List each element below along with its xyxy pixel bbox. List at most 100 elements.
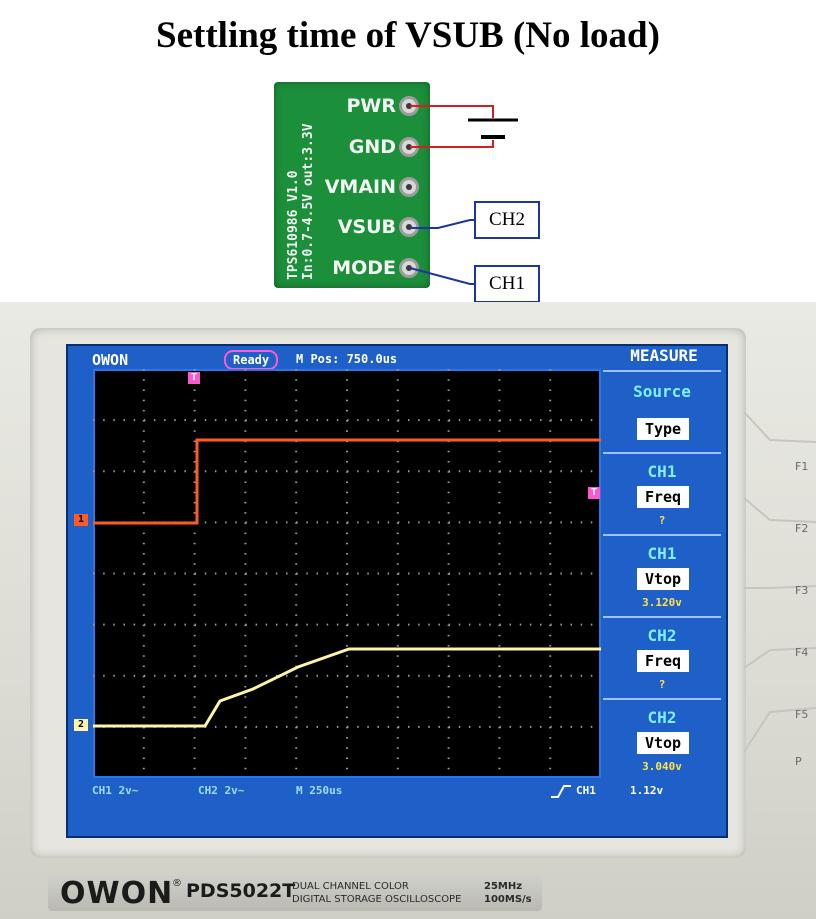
- grid-dot: [142, 737, 145, 739]
- grid-dot: [225, 674, 227, 677]
- menu-item-ch1-freq[interactable]: CH1 Freq ?: [603, 452, 721, 532]
- grid-dot: [447, 604, 450, 606]
- grid-dot: [193, 481, 196, 483]
- menu-item-ch2-vtop[interactable]: CH2 Vtop 3.040v: [603, 698, 721, 778]
- grid-dot: [316, 725, 319, 728]
- menu-item-source[interactable]: Source Type: [603, 370, 721, 450]
- grid-dot: [448, 674, 451, 677]
- grid-dot: [214, 674, 217, 677]
- grid-dot: [549, 634, 552, 637]
- f5-key-label[interactable]: F5: [795, 708, 808, 721]
- grid-dot: [550, 521, 552, 524]
- grid-dot: [570, 674, 573, 677]
- grid-dot: [164, 572, 166, 575]
- f2-key-label[interactable]: F2: [795, 522, 808, 535]
- grid-dot: [549, 379, 552, 381]
- grid-dot: [479, 419, 481, 422]
- f4-key-label[interactable]: F4: [795, 646, 808, 659]
- grid-dot: [367, 623, 369, 626]
- grid-dot: [396, 706, 399, 708]
- grid-dot: [549, 501, 552, 504]
- grid-dot: [235, 521, 237, 524]
- grid-dot: [529, 623, 532, 626]
- grid-dot: [428, 521, 430, 524]
- grid-dot: [336, 623, 339, 626]
- f1-key-label[interactable]: F1: [795, 460, 808, 473]
- ch2-level-marker: 2: [74, 719, 88, 731]
- grid-dot: [438, 674, 440, 677]
- menu-item-ch1-vtop[interactable]: CH1 Vtop 3.120v: [603, 534, 721, 614]
- p-key-label[interactable]: P: [795, 755, 802, 768]
- menu-item-head: CH2: [647, 708, 677, 727]
- grid-dot: [193, 716, 196, 719]
- grid-dot: [458, 725, 461, 728]
- grid-dot: [498, 614, 501, 616]
- grid-dot: [235, 419, 237, 422]
- grid-dot: [418, 674, 420, 677]
- grid-dot: [428, 623, 430, 626]
- grid-dot: [447, 430, 450, 432]
- grid-dot: [367, 419, 369, 422]
- grid-dot: [448, 623, 451, 626]
- grid-dot: [194, 674, 197, 677]
- grid-dot: [447, 369, 450, 371]
- grid-dot: [244, 747, 247, 749]
- grid-dot: [244, 696, 247, 698]
- grid-dot: [468, 572, 471, 575]
- grid-dot: [447, 389, 450, 391]
- grid-dot: [142, 553, 145, 555]
- grid-dot: [244, 604, 247, 606]
- ch1-scale-readout: CH1 2v~: [92, 784, 139, 797]
- grid-dot: [244, 583, 247, 586]
- grid-dot: [295, 399, 298, 402]
- grid-dot: [438, 623, 440, 626]
- grid-dot: [142, 399, 145, 402]
- grid-dot: [153, 572, 156, 575]
- grid-dot: [193, 450, 196, 453]
- grid-dot: [396, 409, 399, 412]
- grid-dot: [194, 419, 197, 422]
- menu-item-head: CH1: [647, 462, 677, 481]
- model-desc-line1: DUAL CHANNEL COLOR: [292, 881, 409, 892]
- grid-dot: [549, 369, 552, 371]
- grid-dot: [214, 470, 217, 473]
- f3-key-label[interactable]: F3: [795, 584, 808, 597]
- grid-dot: [286, 419, 288, 422]
- grid-dot: [407, 725, 410, 728]
- grid-dot: [142, 461, 145, 463]
- grid-dot: [498, 389, 501, 391]
- menu-item-ch2-freq[interactable]: CH2 Freq ?: [603, 616, 721, 696]
- grid-dot: [396, 593, 399, 596]
- grid-dot: [346, 553, 348, 555]
- grid-dot: [193, 614, 196, 616]
- grid-dot: [193, 604, 196, 606]
- menu-item-box: Type: [637, 418, 689, 440]
- grid-dot: [357, 623, 359, 626]
- grid-dot: [275, 521, 278, 524]
- grid-dot: [193, 553, 196, 555]
- grid-dot: [447, 645, 450, 647]
- grid-dot: [174, 470, 176, 473]
- grid-dot: [550, 725, 552, 728]
- grid-dot: [489, 674, 491, 677]
- grid-dot: [560, 419, 562, 422]
- grid-dot: [164, 419, 166, 422]
- grid-dot: [214, 572, 217, 575]
- grid-dot: [418, 572, 420, 575]
- grid-dot: [142, 501, 145, 504]
- grid-dot: [407, 572, 410, 575]
- grid-dot: [580, 419, 583, 422]
- grid-dot: [560, 470, 562, 473]
- grid-dot: [549, 593, 552, 596]
- grid-dot: [498, 553, 501, 555]
- grid-dot: [519, 419, 522, 422]
- grid-dot: [142, 593, 145, 596]
- grid-dot: [244, 369, 247, 371]
- grid-dot: [193, 369, 196, 371]
- grid-dot: [295, 655, 298, 657]
- grid-dot: [142, 563, 145, 565]
- grid-dot: [407, 470, 410, 473]
- grid-dot: [295, 645, 298, 647]
- grid-dot: [498, 501, 501, 504]
- grid-dot: [347, 470, 349, 473]
